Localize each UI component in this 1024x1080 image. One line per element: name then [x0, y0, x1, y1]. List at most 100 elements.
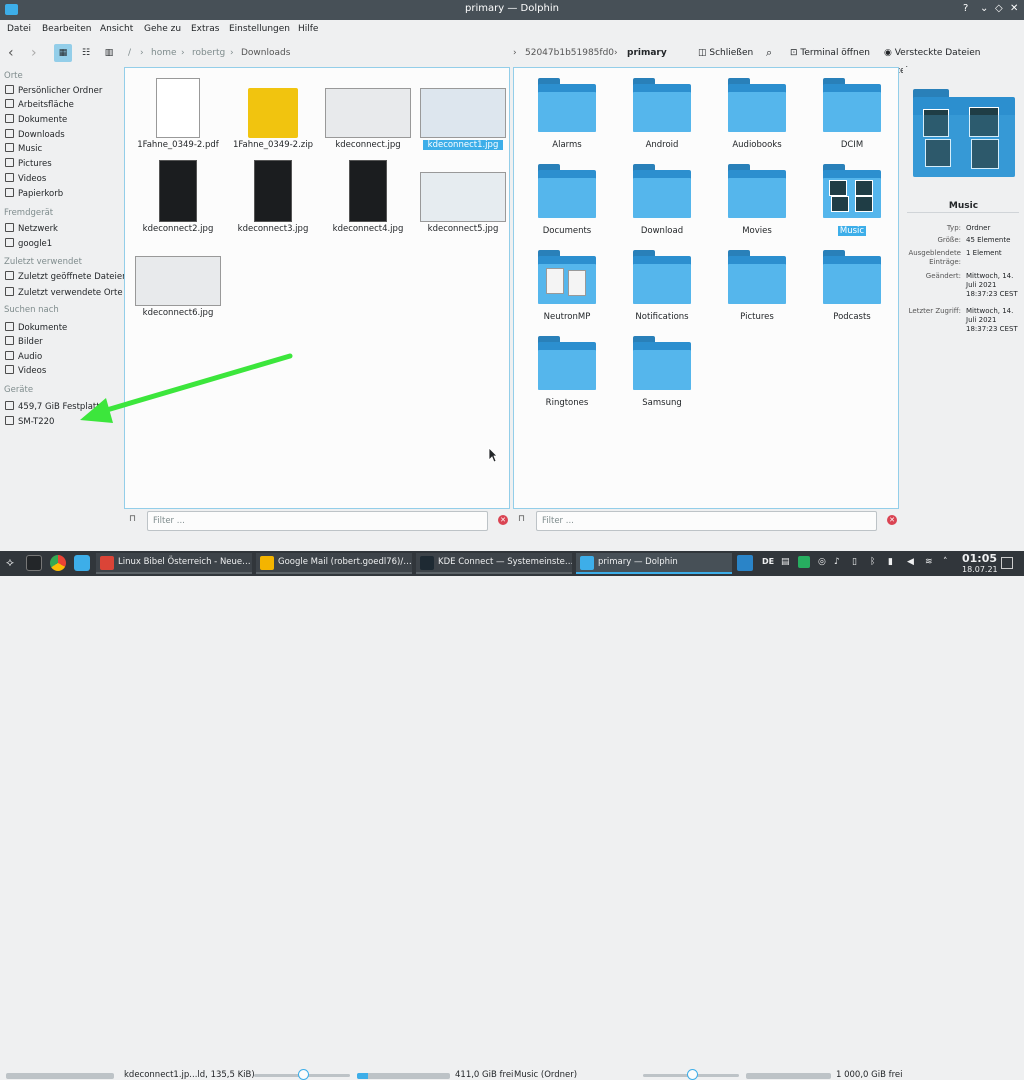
- folder-item[interactable]: Samsung: [614, 336, 710, 416]
- network-icon[interactable]: ≋: [925, 557, 933, 567]
- left-file-view[interactable]: 1Fahne_0349-2.pdf 1Fahne_0349-2.zip kdecon…: [124, 67, 510, 509]
- details-view-icon[interactable]: ▥: [102, 44, 116, 62]
- right-file-view[interactable]: Alarms Android Audiobooks DCIM Documents Down…: [513, 67, 899, 509]
- menu-ansicht[interactable]: Ansicht: [100, 24, 133, 34]
- close-window-icon[interactable]: ✕: [1010, 3, 1018, 14]
- compact-view-icon[interactable]: ☷: [79, 44, 93, 62]
- folder-item[interactable]: Android: [614, 78, 710, 158]
- places-item[interactable]: Downloads: [5, 128, 65, 142]
- menu-gehe-zu[interactable]: Gehe zu: [144, 24, 181, 34]
- dolphin-launcher-icon[interactable]: [74, 555, 90, 571]
- minimize-icon[interactable]: ⌄: [980, 3, 988, 14]
- battery-icon[interactable]: ▮: [888, 557, 893, 567]
- chrome-launcher-icon[interactable]: [50, 555, 66, 571]
- places-item[interactable]: 459,7 GiB Festplatte: [5, 400, 105, 414]
- folder-item[interactable]: DCIM: [804, 78, 900, 158]
- close-filter-left-icon[interactable]: ✕: [498, 515, 508, 525]
- places-item[interactable]: Zuletzt verwendete Orte: [5, 286, 123, 300]
- file-item[interactable]: 1Fahne_0349-2.pdf: [130, 72, 226, 154]
- menu-datei[interactable]: Datei: [7, 24, 31, 34]
- folder-item[interactable]: Download: [614, 164, 710, 244]
- hidden-files-button[interactable]: ◉ Versteckte Dateien anzeigen: [884, 44, 1024, 76]
- file-item[interactable]: kdeconnect6.jpg: [130, 240, 226, 322]
- folder-item[interactable]: Podcasts: [804, 250, 900, 330]
- show-desktop-icon[interactable]: [1001, 557, 1013, 569]
- menu-extras[interactable]: Extras: [191, 24, 219, 34]
- breadcrumb-downloads[interactable]: Downloads: [241, 45, 290, 61]
- icons-view-icon[interactable]: ▦: [54, 44, 72, 62]
- terminal-button[interactable]: ⊡ Terminal öffnen: [790, 44, 870, 62]
- menu-hilfe[interactable]: Hilfe: [298, 24, 318, 34]
- zoom-slider-right-knob[interactable]: [687, 1069, 698, 1080]
- file-item[interactable]: kdeconnect2.jpg: [130, 156, 226, 238]
- close-filter-right-icon[interactable]: ✕: [887, 515, 897, 525]
- kdeconnect-tray-icon[interactable]: [737, 555, 753, 571]
- device-icon[interactable]: ▯: [852, 557, 857, 567]
- forward-icon[interactable]: ›: [31, 44, 37, 62]
- bluetooth-icon[interactable]: ᛒ: [870, 557, 875, 567]
- folder-item[interactable]: Movies: [709, 164, 805, 244]
- places-item[interactable]: Videos: [5, 364, 46, 378]
- file-item[interactable]: kdeconnect4.jpg: [320, 156, 416, 238]
- help-icon[interactable]: ?: [963, 3, 968, 14]
- places-item[interactable]: SM-T220: [5, 415, 54, 429]
- back-icon[interactable]: ‹: [8, 44, 14, 62]
- app-tray-icon[interactable]: [798, 556, 810, 568]
- places-item[interactable]: Netzwerk: [5, 222, 58, 236]
- terminal-launcher-icon[interactable]: [26, 555, 42, 571]
- breadcrumb-device-id[interactable]: 52047b1b51985fd0: [525, 45, 614, 61]
- folder-item[interactable]: Notifications: [614, 250, 710, 330]
- file-item[interactable]: kdeconnect3.jpg: [225, 156, 321, 238]
- folder-item[interactable]: Pictures: [709, 250, 805, 330]
- clock-date[interactable]: 18.07.21: [962, 565, 998, 574]
- menu-einstellungen[interactable]: Einstellungen: [229, 24, 290, 34]
- folder-item[interactable]: NeutronMP: [519, 250, 615, 330]
- keyboard-layout[interactable]: DE: [762, 557, 774, 566]
- file-item[interactable]: 1Fahne_0349-2.zip: [225, 72, 321, 154]
- lock-icon-right[interactable]: ⊓: [518, 514, 525, 524]
- folder-item[interactable]: Documents: [519, 164, 615, 244]
- places-item[interactable]: Papierkorb: [5, 187, 63, 201]
- file-item[interactable]: kdeconnect1.jpg: [415, 72, 511, 154]
- places-item[interactable]: Audio: [5, 350, 42, 364]
- places-item[interactable]: Dokumente: [5, 321, 67, 335]
- breadcrumb-home[interactable]: home: [151, 45, 177, 61]
- places-item[interactable]: Music: [5, 142, 42, 156]
- zoom-slider-left-knob[interactable]: [298, 1069, 309, 1080]
- places-item[interactable]: google1: [5, 237, 52, 251]
- clock-time[interactable]: 01:05: [962, 552, 997, 565]
- taskbar-task[interactable]: KDE Connect — Systemeinste…: [416, 553, 572, 574]
- maximize-icon[interactable]: ◇: [995, 3, 1003, 14]
- notifications-icon[interactable]: ♪: [834, 557, 840, 567]
- lock-icon[interactable]: ⊓: [129, 514, 136, 524]
- breadcrumb-root[interactable]: /: [128, 45, 131, 61]
- folder-item[interactable]: Ringtones: [519, 336, 615, 416]
- tray-expand-icon[interactable]: ˄: [943, 557, 948, 567]
- breadcrumb-robertg[interactable]: robertg: [192, 45, 225, 61]
- folder-item[interactable]: Audiobooks: [709, 78, 805, 158]
- places-item[interactable]: Pictures: [5, 157, 52, 171]
- places-item[interactable]: Dokumente: [5, 113, 67, 127]
- volume-icon[interactable]: ◀: [907, 557, 914, 567]
- places-item[interactable]: Bilder: [5, 335, 43, 349]
- breadcrumb-primary[interactable]: primary: [627, 45, 667, 61]
- media-icon[interactable]: ◎: [818, 557, 826, 567]
- file-item[interactable]: kdeconnect.jpg: [320, 72, 416, 154]
- places-item[interactable]: Videos: [5, 172, 46, 186]
- folder-item[interactable]: Alarms: [519, 78, 615, 158]
- taskbar-task[interactable]: Google Mail (robert.goedl76)/…: [256, 553, 412, 574]
- clipboard-icon[interactable]: ▤: [781, 557, 790, 567]
- filter-input-left[interactable]: Filter ...: [147, 511, 488, 531]
- places-item[interactable]: Zuletzt geöffnete Dateien: [5, 270, 128, 284]
- taskbar-task[interactable]: primary — Dolphin: [576, 553, 732, 574]
- places-item[interactable]: Persönlicher Ordner: [5, 84, 102, 98]
- folder-item[interactable]: Music: [804, 164, 900, 244]
- taskbar-task[interactable]: Linux Bibel Österreich - Neue…: [96, 553, 252, 574]
- close-split-button[interactable]: ◫ Schließen: [698, 44, 753, 62]
- application-menu-icon[interactable]: ⟡: [6, 555, 14, 570]
- search-icon[interactable]: ⌕: [766, 44, 772, 62]
- file-item[interactable]: kdeconnect5.jpg: [415, 156, 511, 238]
- places-item[interactable]: Arbeitsfläche: [5, 98, 74, 112]
- menu-bearbeiten[interactable]: Bearbeiten: [42, 24, 91, 34]
- filter-input-right[interactable]: Filter ...: [536, 511, 877, 531]
